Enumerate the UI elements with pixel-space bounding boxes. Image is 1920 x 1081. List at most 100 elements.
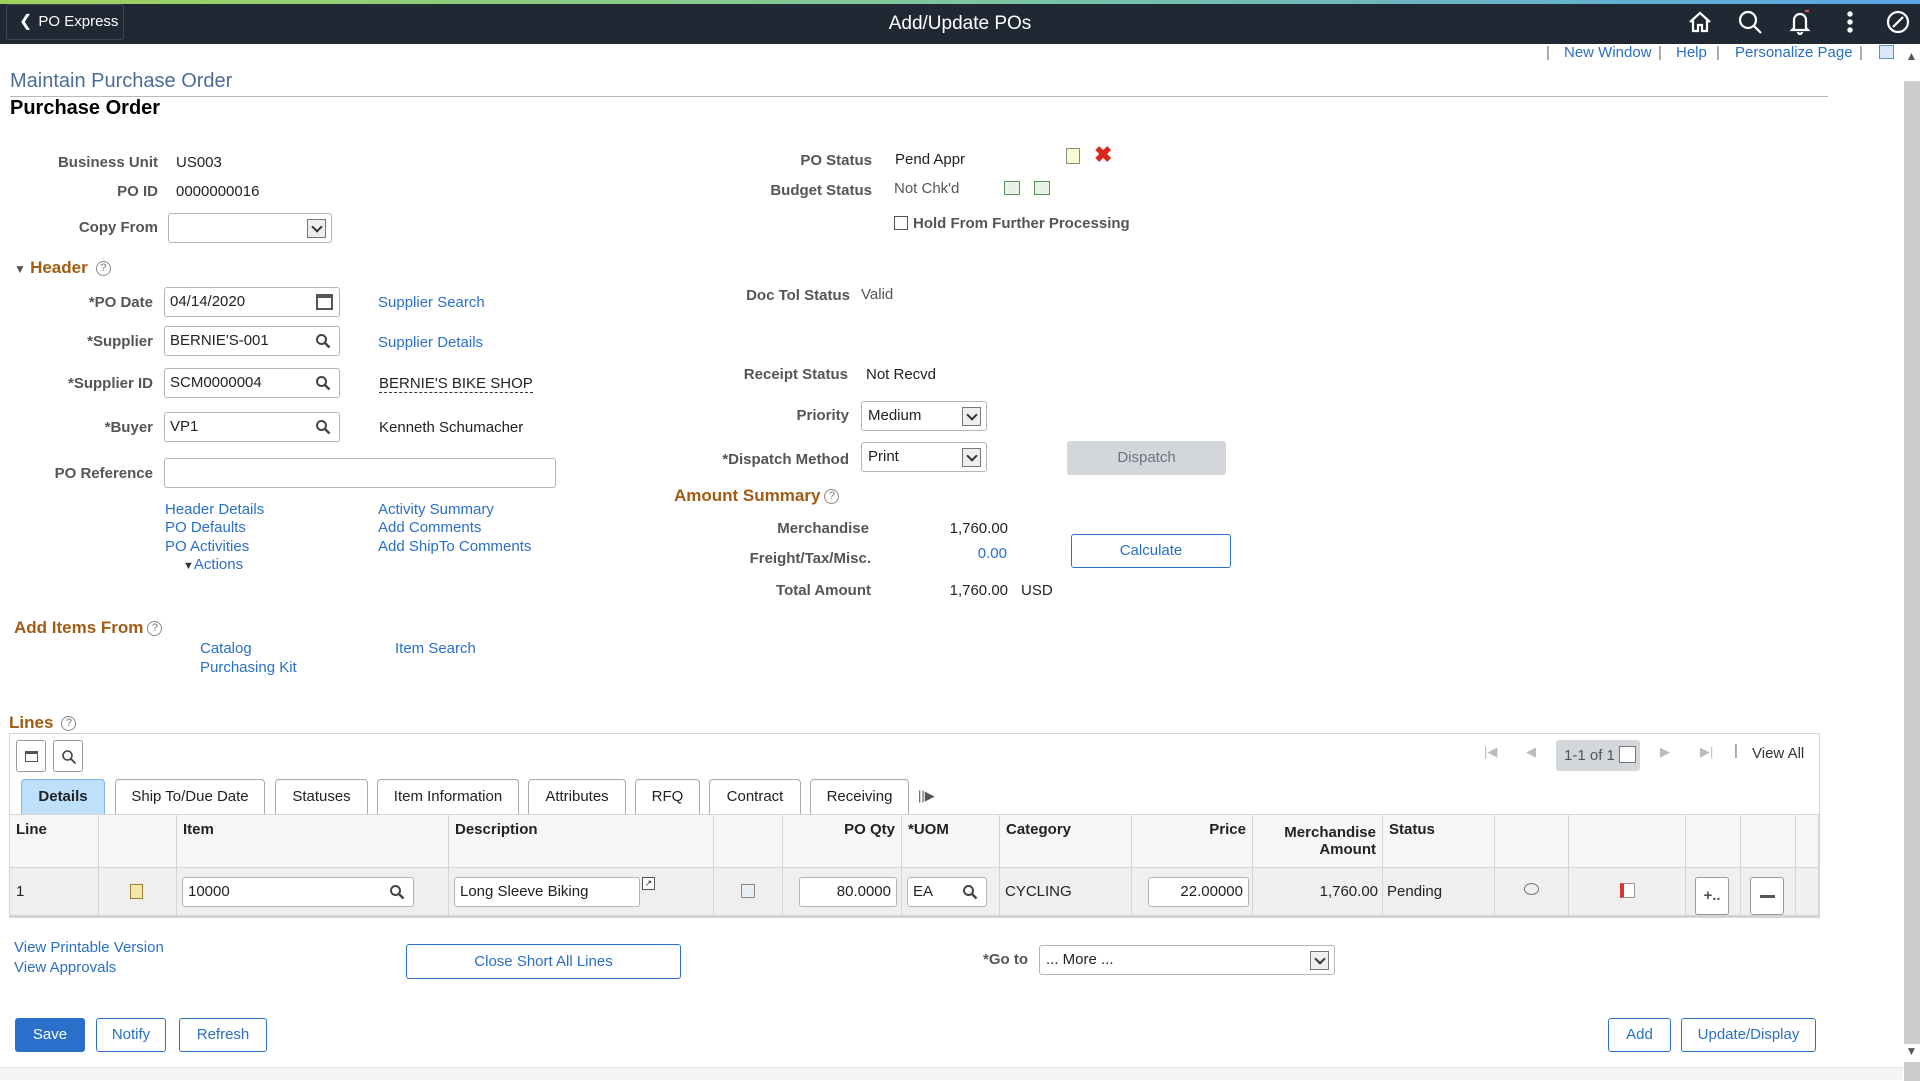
merchandise-label: Merchandise <box>777 520 869 537</box>
activity-summary-link[interactable]: Activity Summary <box>378 501 494 518</box>
new-window-link[interactable]: New Window <box>1564 44 1652 61</box>
po-defaults-link[interactable]: PO Defaults <box>165 519 246 536</box>
description-input[interactable]: Long Sleeve Biking <box>454 877 640 907</box>
vertical-scrollbar[interactable]: ▲ <box>1903 44 1920 1081</box>
tab-statuses[interactable]: Statuses <box>275 779 368 814</box>
cancel-po-icon[interactable]: ✖ <box>1094 142 1112 168</box>
goto-select[interactable]: ... More ... <box>1039 945 1335 975</box>
purchasing-kit-link[interactable]: Purchasing Kit <box>200 659 297 676</box>
business-unit-label: Business Unit <box>57 154 158 171</box>
budget-details-icon[interactable] <box>1034 181 1050 195</box>
chevron-left-icon: ❮ <box>19 13 33 30</box>
freight-value-link[interactable]: 0.00 <box>920 545 1007 562</box>
copy-from-select[interactable] <box>168 213 332 243</box>
navbar-compass-icon[interactable] <box>1884 8 1916 40</box>
item-input[interactable]: 10000 <box>182 877 414 907</box>
supplier-name[interactable]: BERNIE'S BIKE SHOP <box>379 375 533 393</box>
edit-note-icon[interactable] <box>1066 148 1080 164</box>
add-button[interactable]: Add <box>1608 1018 1671 1052</box>
item-details-icon[interactable] <box>741 884 755 898</box>
last-page-icon[interactable]: ▶| <box>1700 744 1713 760</box>
personalize-page-link[interactable]: Personalize Page <box>1735 44 1853 61</box>
po-date-input[interactable]: 04/14/2020 <box>164 287 340 317</box>
view-printable-version-link[interactable]: View Printable Version <box>14 939 164 956</box>
calculate-button[interactable]: Calculate <box>1071 534 1231 568</box>
add-shipto-comments-link[interactable]: Add ShipTo Comments <box>378 538 531 555</box>
close-short-all-lines-button[interactable]: Close Short All Lines <box>406 944 681 979</box>
help-link[interactable]: Help <box>1676 44 1707 61</box>
expand-description-icon[interactable]: ↗ <box>642 877 655 890</box>
page-layout-icon[interactable] <box>1879 45 1894 59</box>
lookup-icon[interactable] <box>315 375 331 391</box>
help-icon[interactable]: ? <box>824 489 840 504</box>
save-button[interactable]: Save <box>15 1018 85 1052</box>
uom-input[interactable]: EA <box>907 877 987 907</box>
actions-menu[interactable]: ▼Actions <box>183 556 243 573</box>
tab-item-information[interactable]: Item Information <box>377 779 519 814</box>
dispatch-button[interactable]: Dispatch <box>1067 441 1226 475</box>
buyer-input[interactable]: VP1 <box>164 412 340 442</box>
next-page-icon[interactable]: ▶ <box>1660 744 1670 760</box>
supplier-id-input[interactable]: SCM0000004 <box>164 368 340 398</box>
header-section-toggle[interactable]: ▼ Header ? <box>14 258 111 278</box>
calendar-icon[interactable] <box>316 294 333 310</box>
budget-inquiry-icon[interactable] <box>1004 181 1020 195</box>
help-icon[interactable]: ? <box>147 621 163 636</box>
hold-checkbox[interactable] <box>894 216 908 230</box>
dispatch-method-select[interactable]: Print <box>861 442 987 472</box>
help-icon[interactable]: ? <box>61 716 77 731</box>
actions-link[interactable]: Actions <box>194 556 243 573</box>
previous-page-icon[interactable]: ◀ <box>1526 744 1536 760</box>
refresh-button[interactable]: Refresh <box>179 1018 267 1052</box>
scrollbar-thumb[interactable] <box>1904 81 1920 1081</box>
search-icon[interactable] <box>1736 8 1768 40</box>
notification-bell-icon[interactable] <box>1786 8 1818 40</box>
supplier-details-link[interactable]: Supplier Details <box>378 334 483 351</box>
total-amount-label: Total Amount <box>776 582 871 599</box>
back-button[interactable]: ❮ PO Express <box>6 4 124 40</box>
home-icon[interactable] <box>1686 8 1718 40</box>
lookup-icon[interactable] <box>962 884 978 900</box>
add-comments-link[interactable]: Add Comments <box>378 519 481 536</box>
budget-status-label: Budget Status <box>770 182 872 199</box>
column-header-blank <box>1741 814 1796 868</box>
po-qty-input[interactable]: 80.0000 <box>799 877 897 907</box>
view-all-link[interactable]: View All <box>1752 745 1804 762</box>
scroll-down-arrow[interactable]: ▼ <box>1903 1044 1920 1062</box>
po-activities-link[interactable]: PO Activities <box>165 538 249 555</box>
price-input[interactable]: 22.00000 <box>1148 877 1249 907</box>
supplier-search-link[interactable]: Supplier Search <box>378 294 485 311</box>
line-history-icon[interactable] <box>1620 883 1635 898</box>
view-approvals-link[interactable]: View Approvals <box>14 959 116 976</box>
show-all-columns-icon[interactable]: ||▶ <box>918 788 935 804</box>
comment-bubble-icon[interactable] <box>1524 883 1539 895</box>
help-icon[interactable]: ? <box>95 261 111 276</box>
tab-contract[interactable]: Contract <box>709 779 801 814</box>
item-search-link[interactable]: Item Search <box>395 640 476 657</box>
supplier-input[interactable]: BERNIE'S-001 <box>164 326 340 356</box>
cell-add-row: +.. <box>1686 868 1741 917</box>
update-display-button[interactable]: Update/Display <box>1681 1018 1816 1052</box>
priority-select[interactable]: Medium <box>861 401 987 431</box>
tab-receiving[interactable]: Receiving <box>810 779 909 814</box>
scroll-up-arrow[interactable]: ▲ <box>1903 44 1920 64</box>
catalog-link[interactable]: Catalog <box>200 640 252 657</box>
tab-rfq[interactable]: RFQ <box>635 779 700 814</box>
tab-ship-to-due-date[interactable]: Ship To/Due Date <box>115 779 265 814</box>
personalize-grid-button[interactable] <box>16 740 46 772</box>
delete-row-button[interactable] <box>1750 877 1784 915</box>
pagination-select[interactable]: 1-1 of 1 <box>1556 740 1640 771</box>
first-page-icon[interactable]: |◀ <box>1484 744 1497 760</box>
tab-details[interactable]: Details <box>21 779 105 814</box>
lookup-icon[interactable] <box>389 884 405 900</box>
grid-find-button[interactable] <box>53 740 83 772</box>
schedules-icon[interactable] <box>130 884 143 899</box>
more-vertical-icon[interactable] <box>1836 8 1868 40</box>
header-details-link[interactable]: Header Details <box>165 501 264 518</box>
notify-button[interactable]: Notify <box>96 1018 166 1052</box>
lookup-icon[interactable] <box>315 333 331 349</box>
tab-attributes[interactable]: Attributes <box>528 779 626 814</box>
lookup-icon[interactable] <box>315 419 331 435</box>
po-reference-input[interactable] <box>164 458 556 488</box>
add-row-button[interactable]: +.. <box>1695 877 1729 915</box>
